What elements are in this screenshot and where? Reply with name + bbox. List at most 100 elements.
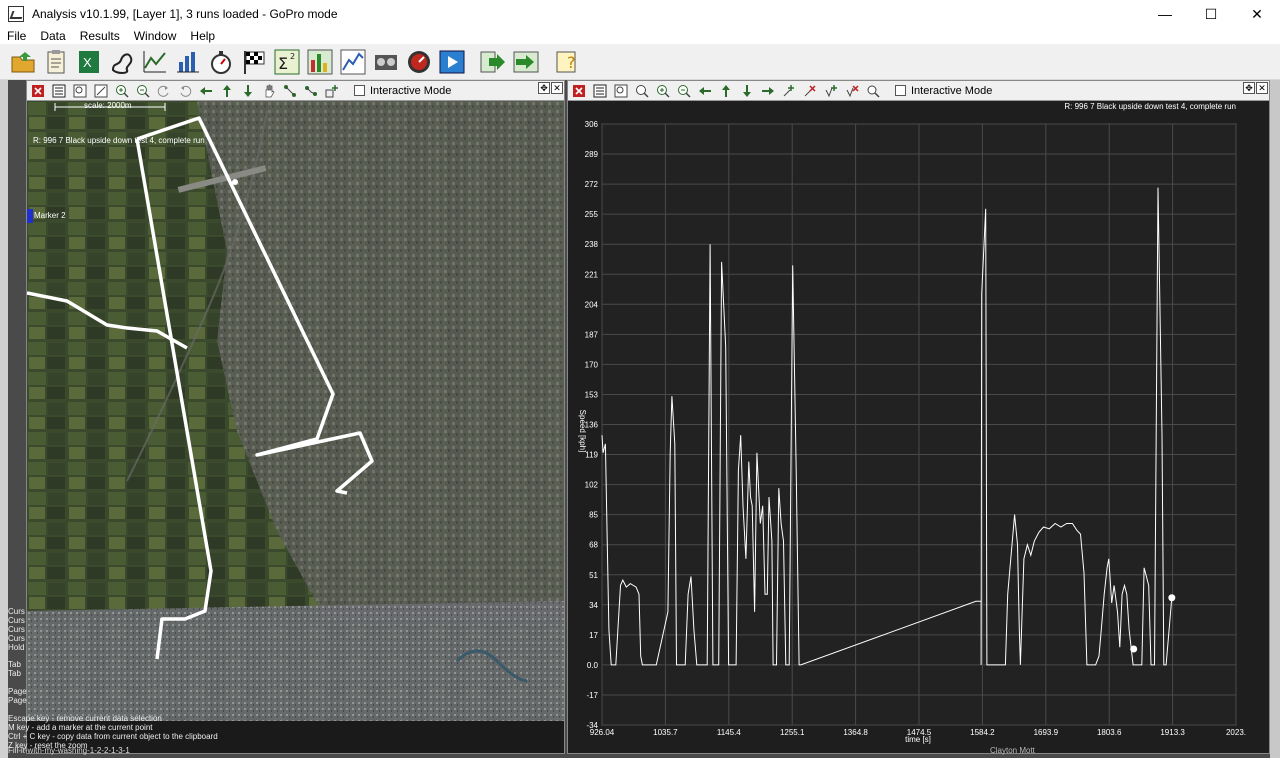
app-logo-icon (8, 6, 24, 22)
menu-window[interactable]: Window (127, 28, 184, 44)
data-marker-point (1130, 645, 1138, 653)
remove-x-cursor-icon[interactable] (801, 82, 819, 100)
minimize-button[interactable]: — (1142, 0, 1188, 28)
y-tick-label: 153 (585, 390, 599, 399)
zoom-in-icon[interactable] (654, 82, 672, 100)
svg-text:Σ: Σ (278, 54, 288, 73)
move-up-icon[interactable] (717, 82, 735, 100)
excel-export-icon[interactable]: X (74, 47, 104, 77)
chart-run-label: R: 996 7 Black upside down test 4, compl… (1064, 102, 1236, 111)
menu-help[interactable]: Help (183, 28, 222, 44)
move-up-icon[interactable] (218, 82, 236, 100)
zoom-fit-icon[interactable] (92, 82, 110, 100)
zoom-window-icon[interactable] (612, 82, 630, 100)
zoom-region-icon[interactable] (633, 82, 651, 100)
add-marker-icon[interactable] (323, 82, 341, 100)
move-right-icon[interactable] (759, 82, 777, 100)
move-left-icon[interactable] (197, 82, 215, 100)
help-icon[interactable]: ? (552, 47, 582, 77)
close-panel-icon[interactable] (29, 82, 47, 100)
y-tick-label: 204 (585, 300, 599, 309)
chart-move-icon[interactable]: ✥ (1243, 82, 1255, 94)
path-tool-icon[interactable] (302, 82, 320, 100)
background-text-bottom-right: Clayton Mott (990, 746, 1035, 755)
checkbox-box[interactable] (354, 85, 365, 96)
properties-icon[interactable] (591, 82, 609, 100)
x-tick-label: 1803.6 (1097, 728, 1122, 737)
move-left-icon[interactable] (696, 82, 714, 100)
chart-interactive-mode-checkbox[interactable]: Interactive Mode (895, 85, 992, 97)
hint-line: Hold (8, 643, 25, 652)
x-tick-label: 1364.8 (843, 728, 868, 737)
right-edge-strip (1270, 80, 1280, 758)
move-down-icon[interactable] (738, 82, 756, 100)
map-run-label: R: 996 7 Black upside down test 4, compl… (33, 136, 205, 145)
x-tick-label: 1145.4 (717, 728, 741, 737)
scale-label: scale: 2000m (84, 101, 132, 110)
pan-hand-icon[interactable] (260, 82, 278, 100)
menu-file[interactable]: File (0, 28, 33, 44)
x-tick-label: 1255.1 (780, 728, 805, 737)
properties-icon[interactable] (50, 82, 68, 100)
move-down-icon[interactable] (239, 82, 257, 100)
y-tick-label: 170 (585, 360, 599, 369)
map-move-icon[interactable]: ✥ (538, 82, 550, 94)
marker-label: Marker 2 (34, 211, 66, 220)
video-icon[interactable] (371, 47, 401, 77)
add-y-cursor-icon[interactable] (822, 82, 840, 100)
menu-results[interactable]: Results (73, 28, 127, 44)
zoom-out-icon[interactable] (134, 82, 152, 100)
window-title: Analysis v10.1.99, [Layer 1], 3 runs loa… (32, 7, 338, 21)
remove-y-cursor-icon[interactable] (843, 82, 861, 100)
close-button[interactable]: ✕ (1234, 0, 1280, 28)
y-tick-label: 34 (589, 601, 598, 610)
export-arrow-icon[interactable] (478, 47, 508, 77)
add-x-cursor-icon[interactable] (780, 82, 798, 100)
stopwatch-icon[interactable] (206, 47, 236, 77)
gauge-icon[interactable] (404, 47, 434, 77)
zoom-in-icon[interactable] (113, 82, 131, 100)
hint-line: Ctrl + C key - copy data from current ob… (8, 732, 218, 741)
y-tick-label: 221 (585, 270, 599, 279)
import-arrow-icon[interactable] (511, 47, 541, 77)
rotate-right-icon[interactable] (176, 82, 194, 100)
sigma-squared-icon[interactable]: Σ2 (272, 47, 302, 77)
hint-line: Tab (8, 660, 21, 669)
y-tick-label: 187 (585, 330, 599, 339)
speed-chart[interactable]: 306 289 272 255 238 221 204 187 170 153 136 119 102 8… (568, 101, 1269, 753)
search-data-icon[interactable] (864, 82, 882, 100)
hint-line: Escape key - remove current data selecti… (8, 714, 162, 723)
node-tool-icon[interactable] (281, 82, 299, 100)
chart-close-icon[interactable]: ✕ (1256, 82, 1268, 94)
map-close-icon[interactable]: ✕ (551, 82, 563, 94)
histogram-icon[interactable] (305, 47, 335, 77)
hint-line: Curs (8, 616, 25, 625)
zoom-window-icon[interactable] (71, 82, 89, 100)
hint-line: Tab (8, 669, 21, 678)
interactive-mode-checkbox[interactable]: Interactive Mode (354, 85, 451, 97)
close-panel-icon[interactable] (570, 82, 588, 100)
zoom-out-icon[interactable] (675, 82, 693, 100)
xy-plot-icon[interactable] (338, 47, 368, 77)
maximize-button[interactable]: ☐ (1188, 0, 1234, 28)
bar-chart-icon[interactable] (173, 47, 203, 77)
x-tick-label: 2023. (1226, 728, 1246, 737)
open-folder-icon[interactable] (8, 47, 38, 77)
y-tick-label: 289 (585, 150, 599, 159)
checkbox-box[interactable] (895, 85, 906, 96)
play-icon[interactable] (437, 47, 467, 77)
app-window: Analysis v10.1.99, [Layer 1], 3 runs loa… (0, 0, 1280, 758)
checkered-flag-icon[interactable] (239, 47, 269, 77)
y-tick-label: 0.0 (587, 661, 599, 670)
line-chart-icon[interactable] (140, 47, 170, 77)
rotate-left-icon[interactable] (155, 82, 173, 100)
y-tick-label: 51 (589, 571, 598, 580)
y-tick-label: 306 (585, 120, 599, 129)
background-text-bottom: Fill-it-with-my-washing-1-2-2-1-3-1 (8, 746, 130, 755)
clipboard-icon[interactable] (41, 47, 71, 77)
track-icon[interactable] (107, 47, 137, 77)
menu-data[interactable]: Data (33, 28, 72, 44)
keyboard-hints: Curs Curs Curs Curs Hold Tab Tab Page Pa… (0, 607, 260, 757)
y-tick-label: 272 (585, 180, 599, 189)
chart-canvas: 3062892722552382212041871701531361191028… (578, 102, 1246, 744)
